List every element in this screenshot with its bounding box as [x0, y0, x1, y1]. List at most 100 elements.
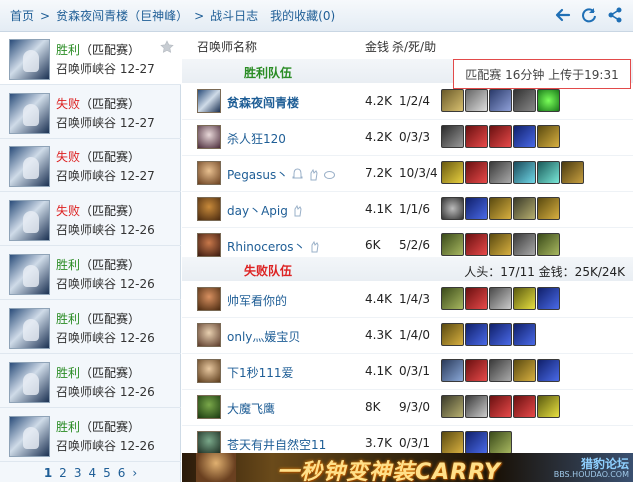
breadcrumb-home[interactable]: 首页	[10, 7, 34, 24]
ad-banner[interactable]: 一秒钟变神装CARRY 猎豹论坛 BBS.HOUDAO.COM	[182, 453, 633, 482]
match-list-item[interactable]: 胜利（匹配赛） 召唤师峡谷 12-26	[0, 247, 181, 300]
player-row[interactable]: 大魔飞鹰 8K 9/3/0	[182, 390, 633, 426]
player-row[interactable]: 贫森夜闯青楼 4.2K 1/2/4	[182, 84, 633, 120]
item-icon[interactable]	[489, 395, 512, 418]
item-icon[interactable]	[537, 287, 560, 310]
item-icon[interactable]	[465, 431, 488, 454]
item-icon[interactable]	[489, 125, 512, 148]
item-icon[interactable]	[489, 89, 512, 112]
item-icon[interactable]	[537, 359, 560, 382]
player-name[interactable]: 苍天有井自然空11	[227, 436, 326, 453]
match-list-item[interactable]: 胜利（匹配赛） 召唤师峡谷 12-26	[0, 301, 181, 354]
item-icon[interactable]	[513, 89, 536, 112]
page-link-3[interactable]: 3	[74, 466, 82, 482]
item-icon[interactable]	[561, 161, 584, 184]
item-icon[interactable]	[465, 287, 488, 310]
page-link-6[interactable]: 6	[118, 466, 126, 482]
item-icon[interactable]	[465, 89, 488, 112]
item-icon[interactable]	[489, 323, 512, 346]
win-team-label: 胜利队伍	[244, 66, 293, 80]
item-icon[interactable]	[465, 359, 488, 382]
match-map: 召唤师峡谷	[56, 116, 117, 130]
item-icon[interactable]	[537, 233, 560, 256]
player-row[interactable]: 帅军看你的 4.4K 1/4/3	[182, 282, 633, 318]
item-icon[interactable]	[513, 233, 536, 256]
item-icon[interactable]	[513, 323, 536, 346]
player-name[interactable]: 下1秒111爱	[227, 364, 294, 381]
match-list-item[interactable]: 胜利（匹配赛） 召唤师峡谷 12-26	[0, 355, 181, 408]
player-row[interactable]: 下1秒111爱 4.1K 0/3/1	[182, 354, 633, 390]
match-list-item[interactable]: 胜利（匹配赛） 召唤师峡谷 12-26	[0, 409, 181, 462]
item-icon[interactable]	[441, 233, 464, 256]
player-name[interactable]: Rhinoceros丶	[227, 238, 321, 255]
match-list-item[interactable]: 胜利（匹配赛） 召唤师峡谷 12-27	[0, 32, 181, 85]
item-icon[interactable]	[465, 395, 488, 418]
champion-icon	[197, 431, 221, 455]
breadcrumb-battle-log[interactable]: 战斗日志	[210, 7, 258, 24]
player-name[interactable]: day丶Apig	[227, 202, 304, 219]
item-icon[interactable]	[441, 197, 464, 220]
item-icon[interactable]	[537, 89, 560, 112]
item-icon[interactable]	[465, 125, 488, 148]
item-icon[interactable]	[465, 197, 488, 220]
match-list-item[interactable]: 失败（匹配赛） 召唤师峡谷 12-27	[0, 139, 181, 192]
item-icon[interactable]	[513, 125, 536, 148]
next-page-link[interactable]: ›	[132, 466, 137, 482]
player-name[interactable]: 帅军看你的	[227, 292, 287, 309]
item-icon[interactable]	[513, 287, 536, 310]
player-name[interactable]: 贫森夜闯青楼	[227, 94, 299, 111]
star-icon[interactable]	[160, 40, 174, 54]
item-icon[interactable]	[465, 233, 488, 256]
player-name[interactable]: only灬媛宝贝	[227, 328, 300, 345]
item-icon[interactable]	[489, 359, 512, 382]
page-link-4[interactable]: 4	[88, 466, 96, 482]
item-icon[interactable]	[441, 431, 464, 454]
page-link-1[interactable]: 1	[44, 466, 52, 482]
item-icon[interactable]	[537, 197, 560, 220]
item-icon[interactable]	[513, 395, 536, 418]
page-link-2[interactable]: 2	[59, 466, 67, 482]
match-map: 召唤师峡谷	[56, 331, 117, 345]
item-icon[interactable]	[489, 197, 512, 220]
item-icon[interactable]	[513, 359, 536, 382]
item-icon[interactable]	[441, 395, 464, 418]
item-icon[interactable]	[441, 323, 464, 346]
item-icon[interactable]	[441, 287, 464, 310]
back-arrow-icon[interactable]	[555, 7, 571, 23]
item-icon[interactable]	[489, 233, 512, 256]
column-kda: 杀/死/助	[392, 40, 437, 54]
match-mode: （匹配赛）	[80, 43, 141, 57]
share-icon[interactable]	[607, 7, 623, 23]
page-link-5[interactable]: 5	[103, 466, 111, 482]
player-name[interactable]: 大魔飞鹰	[227, 400, 275, 417]
match-list-item[interactable]: 失败（匹配赛） 召唤师峡谷 12-27	[0, 86, 181, 139]
match-list-item[interactable]: 失败（匹配赛） 召唤师峡谷 12-26	[0, 193, 181, 246]
player-name[interactable]: Pegasus丶	[227, 166, 336, 183]
player-name-text: Pegasus丶	[227, 168, 289, 182]
item-icon[interactable]	[513, 161, 536, 184]
player-row[interactable]: Pegasus丶 7.2K 10/3/4	[182, 156, 633, 192]
item-icon[interactable]	[441, 359, 464, 382]
player-kda: 1/2/4	[399, 94, 430, 108]
refresh-icon[interactable]	[581, 7, 597, 23]
player-gold: 4.1K	[365, 364, 392, 378]
player-name[interactable]: 杀人狂120	[227, 130, 286, 147]
player-row[interactable]: day丶Apig 4.1K 1/1/6	[182, 192, 633, 228]
item-icon[interactable]	[537, 161, 560, 184]
item-icon[interactable]	[489, 287, 512, 310]
item-icon[interactable]	[441, 125, 464, 148]
my-favorites-link[interactable]: 我的收藏(0)	[270, 7, 335, 24]
item-icon[interactable]	[537, 395, 560, 418]
item-icon[interactable]	[441, 89, 464, 112]
item-icon[interactable]	[465, 323, 488, 346]
player-row[interactable]: only灬媛宝贝 4.3K 1/4/0	[182, 318, 633, 354]
item-icon[interactable]	[489, 431, 512, 454]
item-icon[interactable]	[537, 125, 560, 148]
item-icon[interactable]	[441, 161, 464, 184]
item-icon[interactable]	[489, 161, 512, 184]
item-icon[interactable]	[513, 197, 536, 220]
player-row[interactable]: 杀人狂120 4.2K 0/3/3	[182, 120, 633, 156]
item-icon[interactable]	[465, 161, 488, 184]
breadcrumb-summoner[interactable]: 贫森夜闯青楼（巨神峰）	[56, 7, 188, 24]
champion-avatar	[9, 254, 50, 295]
